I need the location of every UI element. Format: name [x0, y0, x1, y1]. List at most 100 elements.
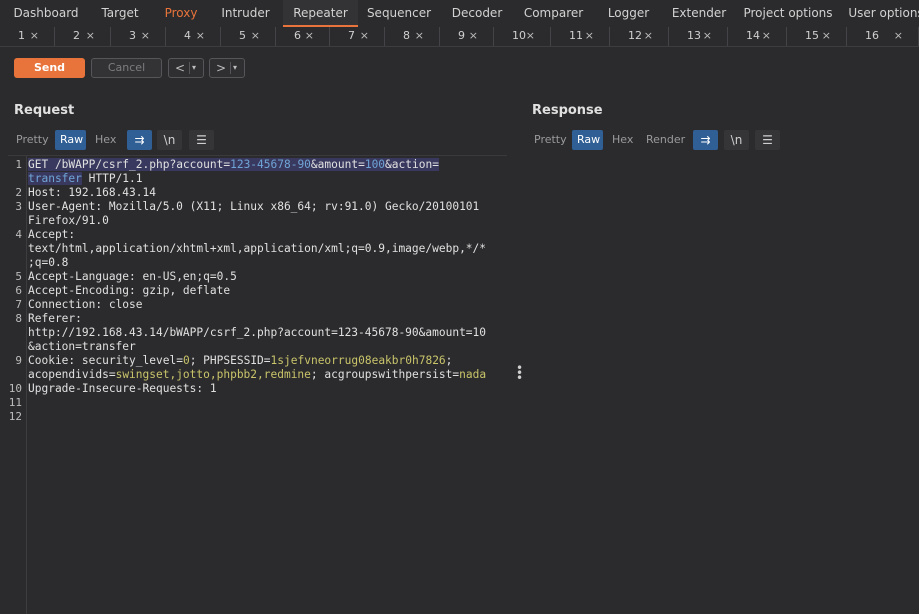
- repeater-tab-4[interactable]: 4 ×: [166, 27, 221, 46]
- request-tab-hex[interactable]: Hex: [90, 130, 121, 150]
- line-number: 10: [8, 382, 22, 395]
- close-icon[interactable]: ×: [703, 27, 712, 45]
- tab-logger[interactable]: Logger: [601, 0, 656, 27]
- close-icon[interactable]: ×: [822, 27, 831, 45]
- code-token: ; acgroupswithpersist: [310, 368, 453, 381]
- close-icon[interactable]: ×: [415, 27, 424, 45]
- code-line: Connection: close: [28, 298, 143, 312]
- code-token: 1sjefvneorrug08eakbr0h7826: [270, 354, 446, 367]
- tab-sequencer[interactable]: Sequencer: [365, 0, 433, 27]
- response-tab-hex[interactable]: Hex: [607, 130, 638, 150]
- chevron-down-icon[interactable]: ▾: [233, 59, 237, 77]
- line-number: 5: [15, 270, 22, 283]
- response-tab-pretty[interactable]: Pretty: [529, 130, 572, 150]
- tab-intruder[interactable]: Intruder: [218, 0, 273, 27]
- code-token: ; PHPSESSID: [189, 354, 264, 367]
- repeater-tab-label: 8: [403, 29, 410, 42]
- code-token: &action: [385, 158, 433, 171]
- close-icon[interactable]: ×: [305, 27, 314, 45]
- panel-splitter[interactable]: [507, 155, 512, 613]
- close-icon[interactable]: ×: [141, 27, 150, 45]
- tab-project-options[interactable]: Project options: [743, 0, 833, 27]
- close-icon[interactable]: ×: [585, 27, 594, 45]
- response-tab-raw[interactable]: Raw: [572, 130, 603, 150]
- request-tab-pretty[interactable]: Pretty: [11, 130, 54, 150]
- code-line: Upgrade-Insecure-Requests: 1: [28, 382, 217, 396]
- cancel-button[interactable]: Cancel: [91, 58, 162, 78]
- repeater-tab-1[interactable]: 1 ×: [0, 27, 55, 46]
- line-number: 1: [15, 158, 22, 171]
- close-icon[interactable]: ×: [644, 27, 653, 45]
- close-icon[interactable]: ×: [86, 27, 95, 45]
- code-token: : en-US,en;q=0.5: [129, 270, 237, 283]
- send-button[interactable]: Send: [14, 58, 85, 78]
- code-token: Firefox/91.0: [28, 214, 109, 227]
- repeater-tab-2[interactable]: 2 ×: [55, 27, 111, 46]
- close-icon[interactable]: ×: [762, 27, 771, 45]
- tab-user-options[interactable]: User options: [847, 0, 919, 27]
- repeater-tab-label: 9: [458, 29, 465, 42]
- tab-proxy[interactable]: Proxy: [157, 0, 205, 27]
- line-number-gutter: 1 2 3 4 5 6 7 8 9 10 11 12: [8, 156, 27, 614]
- wrap-lines-icon[interactable]: ⇉: [693, 130, 718, 150]
- chevron-down-icon[interactable]: ▾: [192, 59, 196, 77]
- code-token: ;: [445, 354, 453, 367]
- code-token: =: [108, 368, 116, 381]
- code-token: 123-45678-90: [230, 158, 311, 171]
- tab-extender[interactable]: Extender: [669, 0, 729, 27]
- repeater-tab-6[interactable]: 6 ×: [276, 27, 330, 46]
- menu-icon[interactable]: ☰: [755, 130, 780, 150]
- code-token: ;q=0.8: [28, 256, 69, 269]
- response-editor[interactable]: [526, 155, 919, 613]
- code-token: text/html,application/xhtml+xml,applicat…: [28, 242, 487, 255]
- repeater-tab-11[interactable]: 11 ×: [551, 27, 610, 46]
- repeater-tab-15[interactable]: 15 ×: [787, 27, 847, 46]
- history-back-button[interactable]: < ▾: [168, 58, 204, 78]
- request-tab-raw[interactable]: Raw: [55, 130, 86, 150]
- code-line: acopendivids=swingset,jotto,phpbb2,redmi…: [28, 368, 486, 382]
- request-editor[interactable]: 1 2 3 4 5 6 7 8 9 10 11 12 GET /bWAPP/csrf_2.php?ac…: [8, 155, 507, 614]
- repeater-tab-8[interactable]: 8 ×: [385, 27, 440, 46]
- repeater-tab-7[interactable]: 7 ×: [330, 27, 385, 46]
- repeater-tab-label: 13: [687, 29, 701, 42]
- code-line: GET /bWAPP/csrf_2.php?account = 123-45678-…: [28, 158, 439, 172]
- repeater-tab-9[interactable]: 9 ×: [440, 27, 494, 46]
- repeater-tab-16[interactable]: 16 ×: [847, 27, 919, 46]
- repeater-tab-3[interactable]: 3 ×: [111, 27, 166, 46]
- request-title: Request: [14, 103, 75, 118]
- code-token: Cookie: [28, 354, 69, 367]
- code-token: =: [263, 354, 271, 367]
- close-icon[interactable]: ×: [894, 27, 903, 45]
- repeater-tab-5[interactable]: 5 ×: [221, 27, 276, 46]
- repeater-tab-label: 1: [18, 29, 25, 42]
- code-line: http://192.168.43.14/bWAPP/csrf_2.php?ac…: [28, 326, 486, 340]
- code-token: http://192.168.43.14/bWAPP/csrf_2.php?ac…: [28, 326, 487, 339]
- repeater-tab-12[interactable]: 12 ×: [610, 27, 669, 46]
- line-number: 9: [15, 354, 22, 367]
- newline-icon[interactable]: \n: [157, 130, 182, 150]
- history-forward-button[interactable]: > ▾: [209, 58, 245, 78]
- splitter-handle-icon[interactable]: • • •: [516, 362, 523, 384]
- tab-target[interactable]: Target: [95, 0, 145, 27]
- repeater-tab-label: 10: [512, 29, 526, 42]
- close-icon[interactable]: ×: [251, 27, 260, 45]
- repeater-tab-13[interactable]: 13 ×: [669, 27, 728, 46]
- code-token: : Mozilla/5.0 (X11; Linux x86_64; rv:91.…: [95, 200, 480, 213]
- close-icon[interactable]: ×: [196, 27, 205, 45]
- close-icon[interactable]: ×: [526, 27, 535, 45]
- close-icon[interactable]: ×: [30, 27, 39, 45]
- newline-icon[interactable]: \n: [724, 130, 749, 150]
- repeater-tab-10[interactable]: 10 ×: [494, 27, 551, 46]
- code-token: : security_level: [68, 354, 177, 367]
- wrap-lines-icon[interactable]: ⇉: [127, 130, 152, 150]
- response-tab-render[interactable]: Render: [641, 130, 690, 150]
- close-icon[interactable]: ×: [469, 27, 478, 45]
- menu-icon[interactable]: ☰: [189, 130, 214, 150]
- repeater-tab-14[interactable]: 14 ×: [728, 27, 787, 46]
- code-token: 0: [182, 354, 190, 367]
- tab-decoder[interactable]: Decoder: [448, 0, 506, 27]
- tab-comparer[interactable]: Comparer: [521, 0, 586, 27]
- tab-repeater[interactable]: Repeater: [283, 0, 358, 27]
- tab-dashboard[interactable]: Dashboard: [9, 0, 83, 27]
- close-icon[interactable]: ×: [360, 27, 369, 45]
